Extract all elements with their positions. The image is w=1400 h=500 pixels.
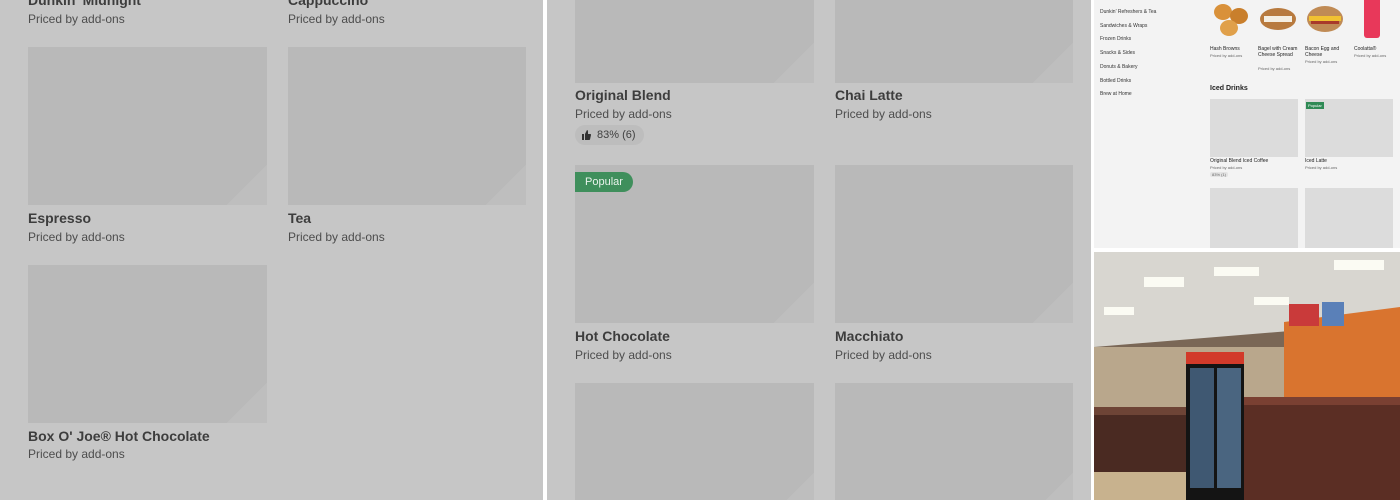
item-price: Priced by add-ons <box>28 230 125 244</box>
item-image[interactable] <box>575 383 814 500</box>
item-price: Priced by add-ons <box>835 348 932 362</box>
item-title[interactable]: Hot Chocolate <box>575 328 670 344</box>
rating-pill: 83% (6) <box>575 125 644 145</box>
hash-browns-image[interactable] <box>1210 0 1254 40</box>
menu-thumbnail: Dunkin' Refreshers & Tea Sandwiches & Wr… <box>1094 0 1400 248</box>
item-title[interactable]: Chai Latte <box>835 87 903 103</box>
rating-pill: 83% (1) <box>1210 172 1229 177</box>
item-image[interactable] <box>835 383 1073 500</box>
item-price: Priced by add-ons <box>288 230 385 244</box>
item-title[interactable]: Original Blend <box>575 87 671 103</box>
item-title[interactable]: Macchiato <box>835 328 903 344</box>
item-price: Priced by add-ons <box>1305 165 1338 170</box>
item-price: Priced by add-ons <box>575 107 672 121</box>
item-title[interactable]: Box O' Joe® Hot Chocolate <box>28 428 210 444</box>
item-price: Priced by add-ons <box>1305 59 1338 64</box>
item-price: Priced by add-ons <box>1354 53 1387 58</box>
item-price: Priced by add-ons <box>835 107 932 121</box>
item-title[interactable]: Iced Latte <box>1305 158 1351 164</box>
category-link[interactable]: Frozen Drinks <box>1100 36 1131 42</box>
item-title[interactable]: Bacon Egg and Cheese <box>1305 46 1351 58</box>
category-link[interactable]: Dunkin' Refreshers & Tea <box>1100 9 1156 15</box>
item-title[interactable]: Bagel with Cream Cheese Spread <box>1258 46 1304 58</box>
item-price: Priced by add-ons <box>288 12 385 26</box>
bagel-image[interactable] <box>1258 0 1298 40</box>
item-title[interactable]: Cappuccino <box>288 0 368 8</box>
item-image[interactable] <box>1210 99 1298 157</box>
item-price: Priced by add-ons <box>1258 66 1291 71</box>
item-image[interactable] <box>1305 188 1393 248</box>
item-image-original-blend[interactable] <box>575 0 814 83</box>
bacon-egg-cheese-image[interactable] <box>1305 0 1345 40</box>
item-image[interactable] <box>1210 188 1298 248</box>
section-title: Iced Drinks <box>1210 85 1248 92</box>
item-price: Priced by add-ons <box>1210 53 1243 58</box>
thumbs-up-icon <box>582 130 591 140</box>
menu-panel-mid: Original Blend Priced by add-ons 83% (6)… <box>547 0 1091 500</box>
item-price: Priced by add-ons <box>1210 165 1243 170</box>
item-image-tea[interactable] <box>288 47 526 205</box>
coolatta-image[interactable] <box>1360 0 1384 40</box>
item-title[interactable]: Tea <box>288 210 311 226</box>
item-title[interactable]: Original Blend Iced Coffee <box>1210 158 1300 164</box>
popular-badge: Popular <box>575 172 633 192</box>
item-image-espresso[interactable] <box>28 47 267 205</box>
category-link[interactable]: Bottled Drinks <box>1100 78 1131 84</box>
rating-text: 83% (6) <box>597 129 636 141</box>
store-photo <box>1094 252 1400 500</box>
item-price: Priced by add-ons <box>28 447 125 461</box>
item-image-box-o-joe[interactable] <box>28 265 267 423</box>
menu-panel-left: Dunkin' Midnight Priced by add-ons Cappu… <box>0 0 543 500</box>
item-image-macchiato[interactable] <box>835 165 1073 323</box>
item-title[interactable]: Coolatta® <box>1354 46 1400 52</box>
category-link[interactable]: Snacks & Sides <box>1100 50 1135 56</box>
item-image-chai-latte[interactable] <box>835 0 1073 83</box>
category-link[interactable]: Donuts & Bakery <box>1100 64 1138 70</box>
store-interior-image <box>1094 252 1400 500</box>
item-price: Priced by add-ons <box>575 348 672 362</box>
item-title[interactable]: Hash Browns <box>1210 46 1256 52</box>
item-price: Priced by add-ons <box>28 12 125 26</box>
item-title[interactable]: Espresso <box>28 210 91 226</box>
item-title[interactable]: Dunkin' Midnight <box>28 0 141 8</box>
category-link[interactable]: Sandwiches & Wraps <box>1100 23 1147 29</box>
popular-badge: Popular <box>1306 102 1324 109</box>
category-link[interactable]: Brew at Home <box>1100 91 1132 97</box>
